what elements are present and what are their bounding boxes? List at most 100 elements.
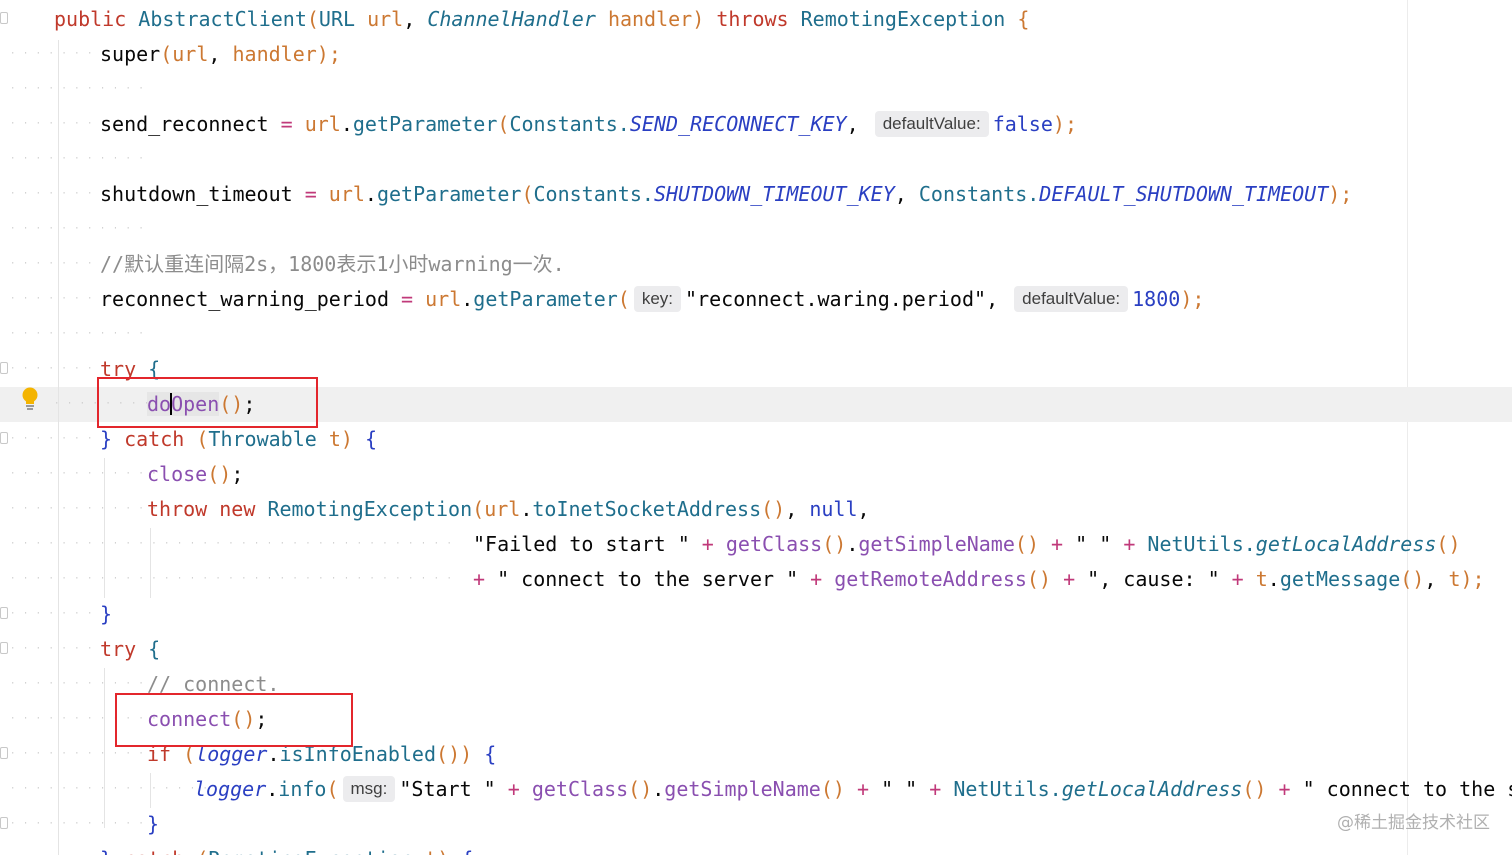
paren: (: [306, 7, 319, 31]
paren: (): [207, 462, 232, 486]
param: url: [172, 42, 209, 66]
fold-marker-icon[interactable]: [0, 747, 8, 759]
param: url: [328, 182, 365, 206]
dot: .: [340, 112, 353, 136]
code-comment[interactable]: //默认重连间隔2s，1800表示1小时warning一次.: [100, 247, 565, 282]
keyword: catch: [124, 427, 185, 451]
comma: ,: [785, 497, 798, 521]
code-editor[interactable]: · · · · · · · · · · · · · · · · · · · · …: [0, 0, 1512, 855]
lightbulb-icon[interactable]: [20, 387, 40, 415]
paren: (: [497, 112, 510, 136]
paren: );: [1460, 567, 1485, 591]
param: t: [1448, 567, 1461, 591]
fold-marker-icon[interactable]: [0, 607, 8, 619]
dot: .: [1267, 567, 1280, 591]
string-literal: " connect to the server ": [497, 567, 799, 591]
comma: ,: [894, 182, 907, 206]
paren: (: [196, 847, 208, 855]
paren: (): [1242, 777, 1267, 801]
operator: +: [1051, 532, 1064, 556]
keyword: catch: [124, 847, 184, 855]
code-line[interactable]: throw new RemotingException(url.toInetSo…: [147, 492, 870, 527]
operator: +: [473, 567, 486, 591]
paren: (): [820, 777, 845, 801]
keyword: throws: [716, 7, 789, 31]
whitespace-dots: · · · · · · ·: [10, 364, 94, 374]
code-line[interactable]: send_reconnect = url.getParameter(Consta…: [100, 107, 1077, 142]
brace: }: [147, 812, 160, 836]
whitespace-dots: · · · · · · · · · · · · · · · · · · · · …: [10, 574, 453, 584]
keyword: try: [100, 637, 137, 661]
param: t: [425, 847, 437, 855]
comma: ,: [846, 112, 859, 136]
constant: SHUTDOWN_TIMEOUT_KEY: [653, 182, 895, 206]
paren: (): [1400, 567, 1425, 591]
dot: .: [652, 777, 665, 801]
constant: SEND_RECONNECT_KEY: [629, 112, 847, 136]
code-line[interactable]: super(url, handler);: [100, 37, 341, 72]
brace: {: [461, 847, 473, 855]
comma: ,: [208, 42, 221, 66]
brace: {: [484, 742, 497, 766]
paren: (): [761, 497, 786, 521]
whitespace-dots: · · · · · · · · · · · ·: [10, 469, 158, 479]
whitespace-dots: · · · · · · ·: [10, 259, 94, 269]
comma: ,: [986, 287, 999, 311]
string-literal: " ": [881, 777, 918, 801]
brace: {: [148, 637, 161, 661]
method-call: close: [147, 462, 208, 486]
code-line[interactable]: public AbstractClient(URL url, ChannelHa…: [54, 2, 1029, 37]
fold-marker-icon[interactable]: [0, 817, 8, 829]
code-line[interactable]: "Failed to start " + getClass().getSimpl…: [473, 527, 1461, 562]
class-name: AbstractClient: [138, 7, 307, 31]
string-literal: "Start ": [399, 777, 496, 801]
static-method: getLocalAddress: [1255, 532, 1437, 556]
annotation-box-doopen: [97, 377, 318, 428]
method-call: getRemoteAddress: [834, 567, 1027, 591]
type: RemotingException: [800, 7, 1006, 31]
fold-marker-icon[interactable]: [0, 12, 8, 24]
code-line[interactable]: + " connect to the server " + getRemoteA…: [473, 562, 1485, 597]
string-literal: " ": [1075, 532, 1112, 556]
code-line[interactable]: }: [100, 597, 112, 632]
operator: +: [1231, 567, 1244, 591]
code-line[interactable]: shutdown_timeout = url.getParameter(Cons…: [100, 177, 1352, 212]
operator: +: [1278, 777, 1291, 801]
operator: +: [810, 567, 823, 591]
fold-marker-icon[interactable]: [0, 432, 8, 444]
param: url: [304, 112, 341, 136]
annotation-box-connect: [115, 693, 353, 747]
operator: =: [280, 112, 293, 136]
brace: {: [364, 427, 378, 451]
method-call: getClass: [725, 532, 823, 556]
paren: (): [1026, 567, 1052, 591]
code-line[interactable]: close();: [147, 457, 243, 492]
whitespace-dots: · · · · · · ·: [10, 49, 94, 59]
fold-marker-icon[interactable]: [0, 642, 8, 654]
method-call: getClass: [531, 777, 629, 801]
keyword: new: [219, 497, 256, 521]
code-line[interactable]: try {: [100, 632, 160, 667]
whitespace-dots: · · · · · · · · · · · ·: [10, 504, 158, 514]
operator: +: [1123, 532, 1136, 556]
paren: (: [160, 42, 173, 66]
paren: (): [1014, 532, 1039, 556]
type: RemotingException: [267, 497, 473, 521]
fold-marker-icon[interactable]: [0, 362, 8, 374]
paren: (: [521, 182, 534, 206]
comma: ,: [857, 497, 870, 521]
method: getMessage: [1279, 567, 1401, 591]
dot: .: [266, 777, 279, 801]
dot: .: [520, 497, 533, 521]
code-line[interactable]: } catch (RemotingException t) {: [100, 842, 473, 855]
operator: +: [856, 777, 870, 801]
class-name: Constants.: [533, 182, 654, 206]
static-method: getLocalAddress: [1061, 777, 1243, 801]
code-line[interactable]: }: [147, 807, 159, 842]
type: RemotingException: [208, 847, 413, 855]
paren: (: [472, 497, 485, 521]
code-line[interactable]: logger.info(msg: "Start " + getClass().ge…: [194, 772, 1512, 807]
operator: +: [1063, 567, 1076, 591]
class-name: Constants.: [509, 112, 630, 136]
code-line[interactable]: reconnect_warning_period = url.getParame…: [100, 282, 1204, 317]
